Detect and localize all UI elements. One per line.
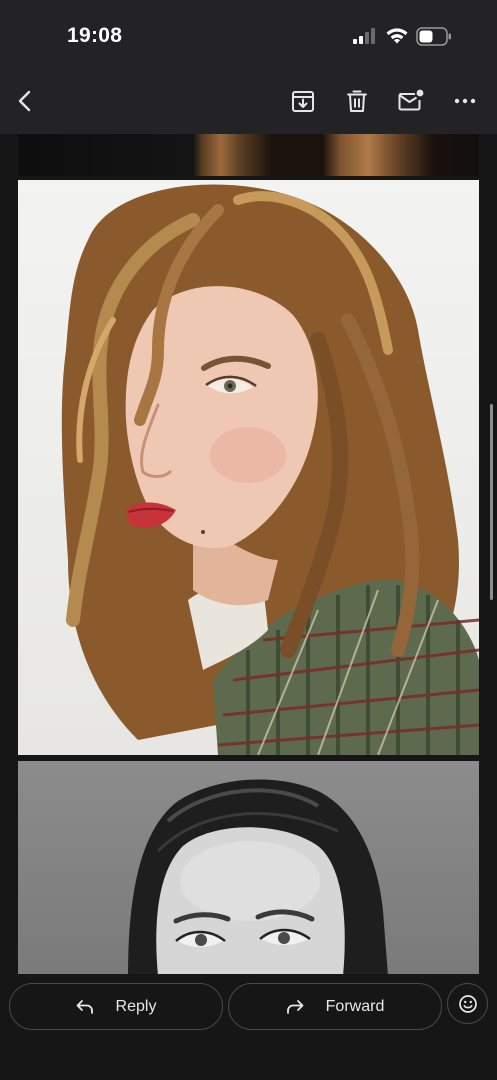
- photo-previous[interactable]: [18, 134, 479, 176]
- mark-unread-icon[interactable]: [396, 86, 426, 116]
- reply-label: Reply: [115, 997, 157, 1015]
- reply-icon: [76, 999, 94, 1015]
- signal-icon: [352, 28, 378, 49]
- emoji-reaction-button[interactable]: [447, 983, 488, 1024]
- photo-color-portrait[interactable]: [18, 180, 479, 755]
- emoji-icon: [458, 994, 478, 1014]
- back-icon[interactable]: [10, 86, 40, 116]
- delete-icon[interactable]: [342, 86, 372, 116]
- archive-icon[interactable]: [288, 86, 318, 116]
- forward-icon: [286, 999, 304, 1015]
- more-icon[interactable]: [450, 86, 480, 116]
- status-time: 19:08: [67, 24, 123, 47]
- forward-button[interactable]: Forward: [228, 983, 442, 1030]
- reply-button[interactable]: Reply: [9, 983, 223, 1030]
- bottom-action-bar: Reply Forward: [0, 974, 497, 1080]
- status-bar: 19:08: [0, 0, 497, 72]
- message-body: [0, 134, 497, 974]
- wifi-icon: [385, 26, 409, 50]
- scroll-indicator[interactable]: [490, 404, 493, 600]
- photo-bw-portrait[interactable]: [18, 761, 479, 974]
- top-app-bar: [0, 72, 497, 134]
- email-viewer-screen: 19:08 Reply Forward: [0, 0, 497, 1080]
- forward-label: Forward: [325, 997, 385, 1015]
- battery-icon: [416, 27, 452, 51]
